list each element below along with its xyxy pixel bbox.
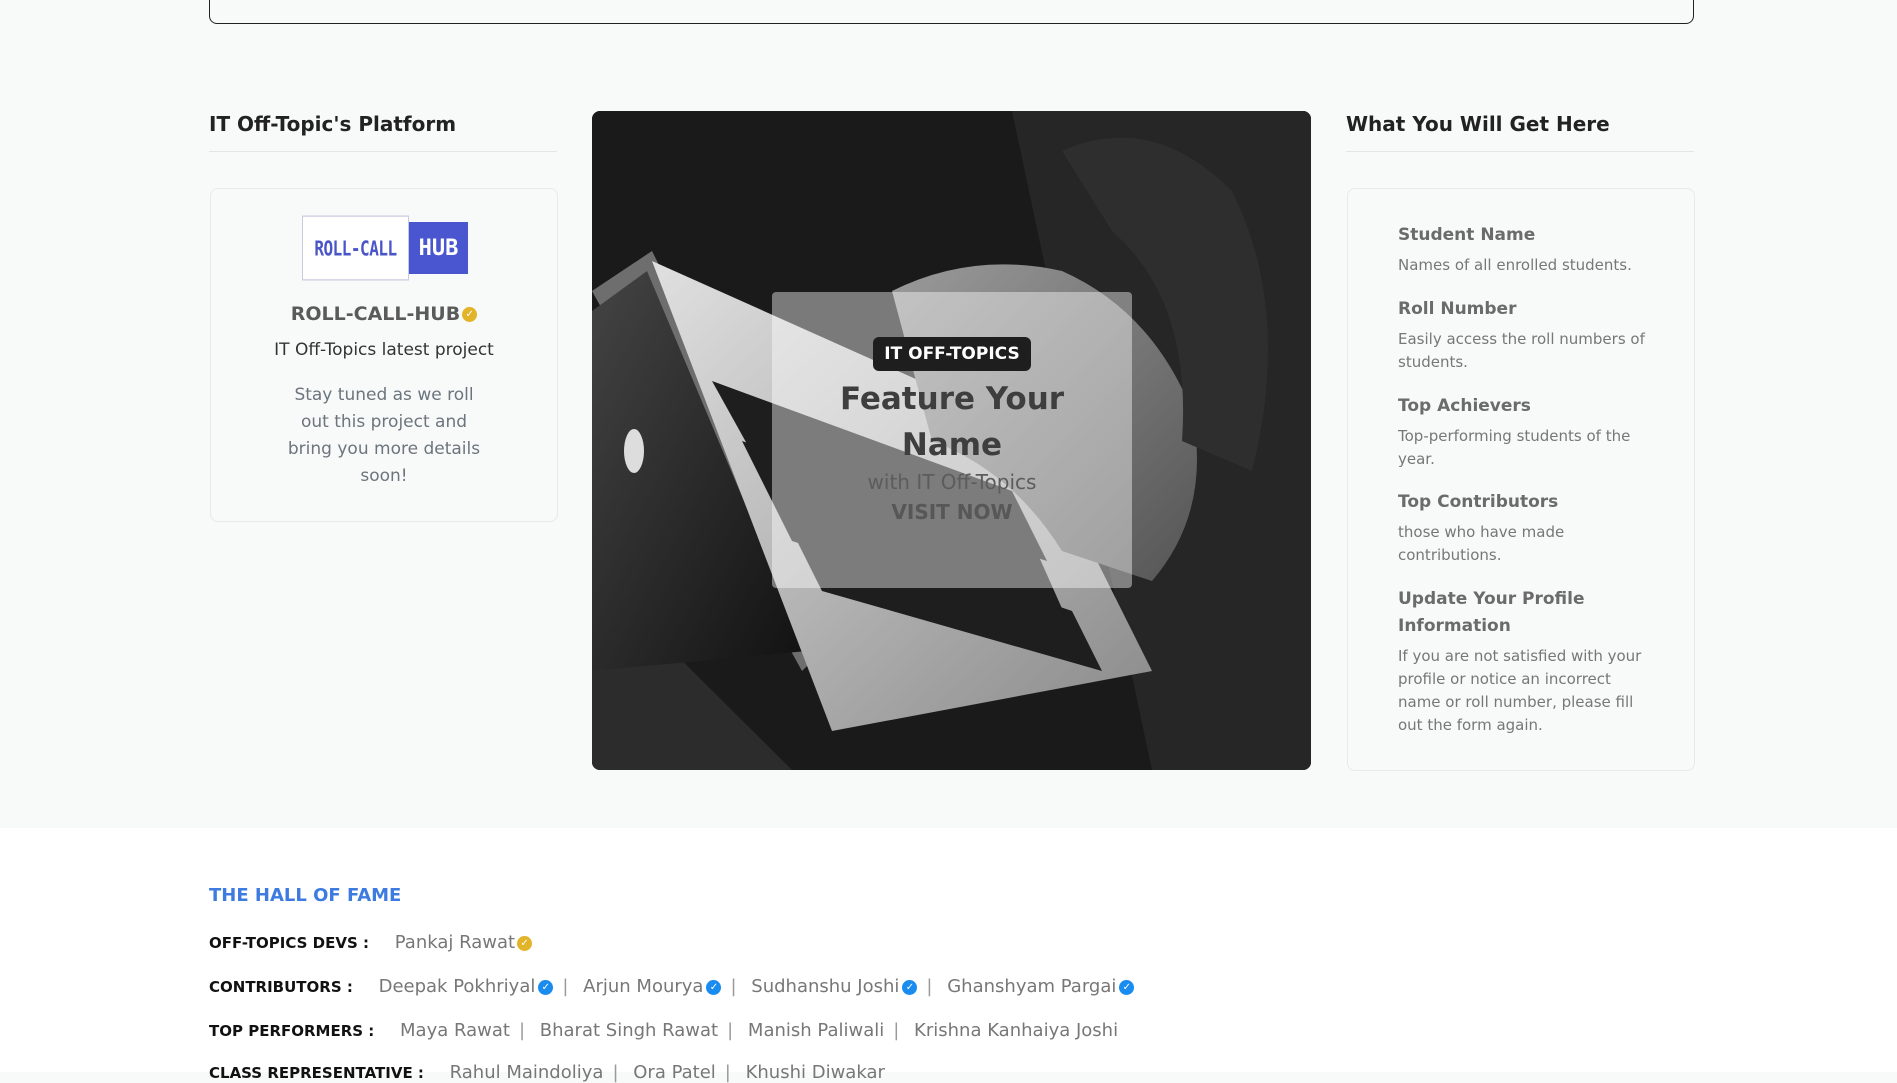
verified-blue-icon: ✓ [902, 980, 918, 995]
separator: | [612, 1062, 619, 1083]
project-description: Stay tuned as we roll out this project a… [287, 385, 481, 486]
hero-overlay: IT OFF-TOPICS Feature Your Name with IT … [772, 292, 1132, 588]
separator: | [730, 976, 737, 997]
class-reps-row: CLASS REPRESENTATIVE : Rahul Maindoliya |… [209, 1062, 885, 1083]
devs-row: OFF-TOPICS DEVS : Pankaj Rawat ✓ [209, 932, 533, 953]
benefits-heading: What You Will Get Here [1346, 112, 1694, 152]
separator: | [893, 1020, 900, 1041]
benefit-title: Student Name [1398, 225, 1536, 245]
benefit-item: Student Name Names of all enrolled stude… [1398, 222, 1658, 277]
verified-blue-icon: ✓ [1119, 980, 1135, 995]
benefit-desc: those who have made contributions. [1398, 523, 1565, 564]
project-subtitle: IT Off-Topics latest project [274, 340, 494, 360]
roll-call-hub-logo: ROLL-CALL HUB [302, 215, 468, 281]
hero-tag: IT OFF-TOPICS [873, 337, 1031, 371]
contributors-row: CONTRIBUTORS : Deepak Pokhriyal ✓ | Arjun … [209, 976, 1135, 997]
benefit-desc: If you are not satisfied with your profi… [1398, 647, 1642, 734]
top-section-box [209, 0, 1694, 24]
devs-label: OFF-TOPICS DEVS : [209, 934, 370, 952]
project-name-text: ROLL-CALL-HUB [290, 303, 461, 325]
benefit-desc: Top-performing students of the year. [1398, 427, 1631, 468]
hall-name[interactable]: Ghanshyam Pargai [947, 976, 1116, 997]
hall-name[interactable]: Manish Paliwali [748, 1020, 884, 1041]
hall-of-fame-title: THE HALL OF FAME [209, 885, 402, 906]
logo-text-left: ROLL-CALL [302, 215, 409, 281]
benefit-item: Top Contributors those who have made con… [1398, 489, 1658, 567]
benefit-title: Roll Number [1398, 299, 1517, 319]
separator: | [518, 1020, 526, 1041]
hall-name[interactable]: Khushi Diwakar [746, 1062, 885, 1083]
hero-banner[interactable]: IT OFF-TOPICS Feature Your Name with IT … [592, 111, 1311, 770]
logo-text-right: HUB [409, 222, 468, 274]
top-performers-row: TOP PERFORMERS : Maya Rawat | Bharat Sing… [209, 1020, 1118, 1041]
verified-gold-icon: ✓ [517, 935, 533, 951]
verified-blue-icon: ✓ [538, 980, 554, 995]
hall-of-fame-section: THE HALL OF FAME OFF-TOPICS DEVS : Panka… [0, 828, 1897, 1083]
benefit-item: Update Your Profile Information If you a… [1398, 586, 1658, 737]
platform-heading: IT Off-Topic's Platform [209, 112, 557, 152]
benefit-item: Roll Number Easily access the roll numbe… [1398, 296, 1658, 374]
class-reps-label: CLASS REPRESENTATIVE : [209, 1064, 424, 1082]
benefit-desc: Names of all enrolled students. [1398, 256, 1632, 274]
hall-name[interactable]: Arjun Mourya [583, 976, 703, 997]
hall-name[interactable]: Deepak Pokhriyal [379, 976, 536, 997]
separator: | [562, 976, 569, 997]
hall-name[interactable]: Pankaj Rawat [395, 932, 515, 953]
visit-now-link[interactable]: VISIT NOW [772, 500, 1132, 524]
hero-subtitle: with IT Off-Topics [867, 470, 1037, 494]
hall-name[interactable]: Maya Rawat [400, 1020, 510, 1041]
project-name: ROLL-CALL-HUB ✓ [211, 303, 557, 325]
benefit-desc: Easily access the roll numbers of studen… [1398, 330, 1645, 371]
hall-name[interactable]: Rahul Maindoliya [450, 1062, 604, 1083]
verified-gold-icon: ✓ [462, 307, 478, 322]
separator: | [727, 1020, 734, 1041]
hall-name[interactable]: Bharat Singh Rawat [540, 1020, 718, 1041]
hall-name[interactable]: Krishna Kanhaiya Joshi [914, 1020, 1118, 1041]
hall-name[interactable]: Sudhanshu Joshi [751, 976, 899, 997]
benefit-title: Top Achievers [1398, 396, 1531, 416]
hall-name[interactable]: Ora Patel [633, 1062, 716, 1083]
hero-title: Feature Your Name [839, 381, 1065, 463]
separator: | [926, 976, 933, 997]
project-card: ROLL-CALL HUB ROLL-CALL-HUB ✓ IT Off-Topi… [210, 188, 558, 522]
benefit-title: Top Contributors [1398, 492, 1559, 512]
top-performers-label: TOP PERFORMERS : [209, 1022, 375, 1040]
verified-blue-icon: ✓ [706, 980, 722, 995]
benefits-card: Student Name Names of all enrolled stude… [1347, 188, 1695, 771]
benefit-title: Update Your Profile Information [1398, 589, 1585, 636]
benefit-item: Top Achievers Top-performing students of… [1398, 393, 1658, 471]
contributors-label: CONTRIBUTORS : [209, 978, 353, 996]
separator: | [724, 1062, 731, 1083]
